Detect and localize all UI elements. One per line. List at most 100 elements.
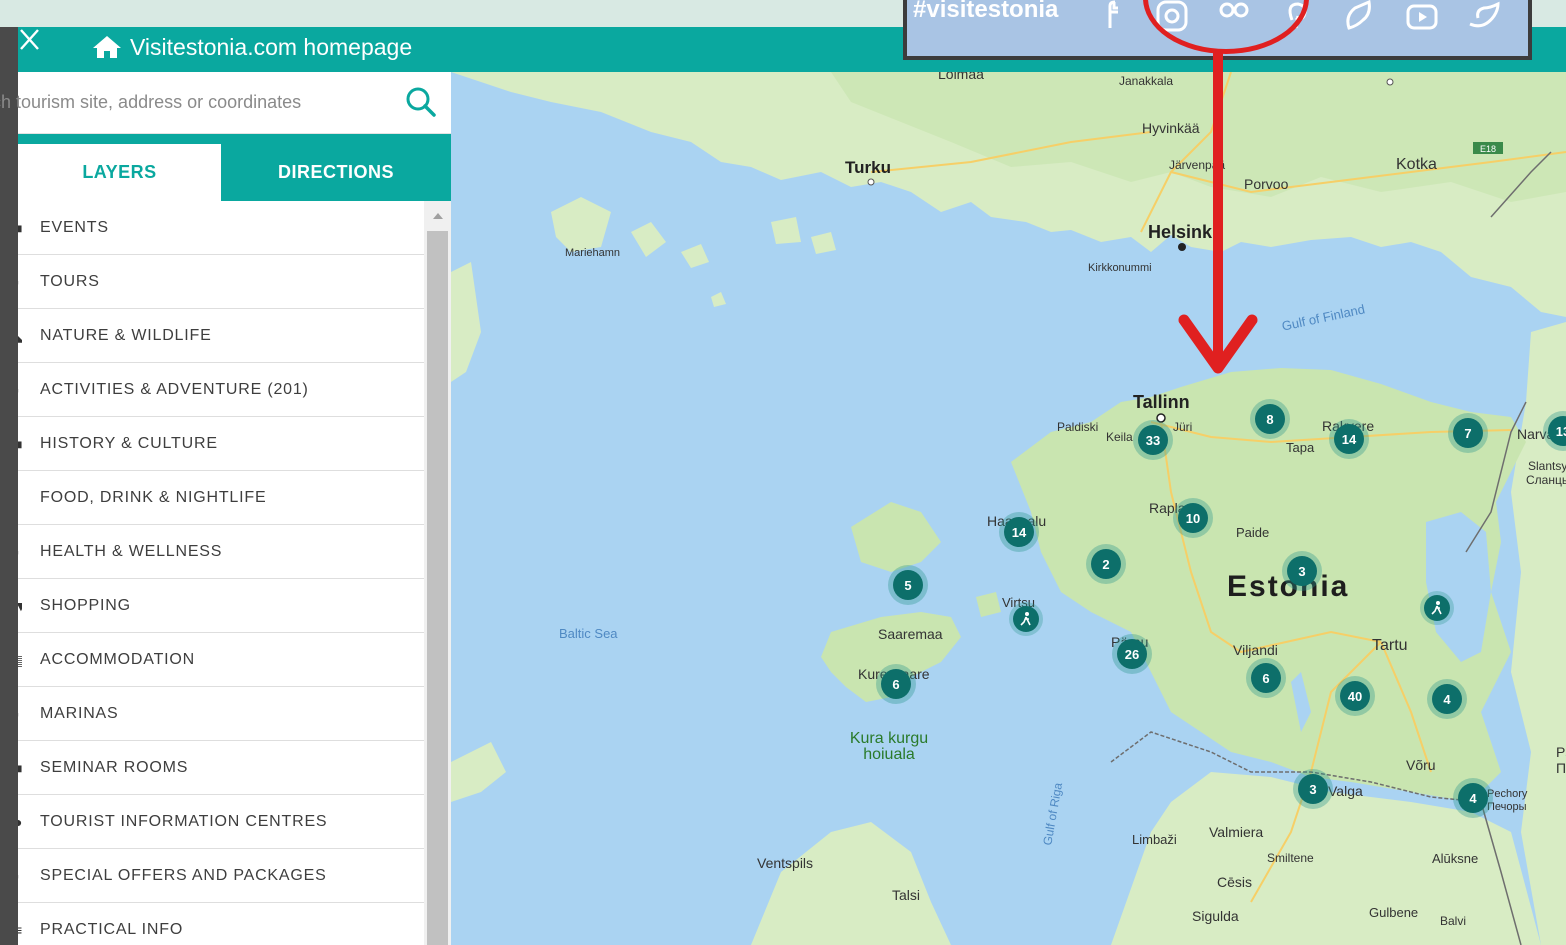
search-input[interactable] [0,82,398,122]
layer-item-nature[interactable]: ◣ NATURE & WILDLIFE [18,309,424,363]
spa-icon: ▪ [18,545,22,559]
layer-item-label: ACTIVITIES & ADVENTURE (201) [40,380,309,398]
map-cluster[interactable]: 6 [881,669,911,699]
map-label-park-text: Kura kurgu hoiuala [849,730,929,763]
info-icon: ● [18,815,22,829]
layer-item-label: TOURIST INFORMATION CENTRES [40,812,328,830]
map-cluster[interactable]: 8 [1255,404,1285,434]
map-label-baltic-sea: Baltic Sea [559,626,618,641]
layer-item-shopping[interactable]: ▼ SHOPPING [18,579,424,633]
map-cluster[interactable]: 6 [1251,663,1281,693]
map-cluster[interactable]: 3 [1287,556,1317,586]
scroll-up-button[interactable] [424,201,451,231]
twitter-icon[interactable] [1466,0,1502,34]
road-shield-e18: E18 [1480,144,1496,154]
map-cluster[interactable]: 4 [1458,783,1488,813]
shopping-bag-icon: ▼ [18,599,22,613]
layer-item-label: ACCOMMODATION [40,650,195,668]
map-label-pechory: Pechory [1487,788,1528,800]
map-poi-pin[interactable] [1013,606,1039,632]
map-label-pskov-cyrillic: Псков [1556,760,1566,776]
map-cluster[interactable]: 4 [1432,684,1462,714]
search-button[interactable] [404,85,438,124]
map-label-tallinn: Tallinn [1133,392,1190,412]
map-label-valmiera: Valmiera [1209,824,1264,840]
map-cluster[interactable]: 33 [1138,425,1168,455]
map-label-limbazi: Limbaži [1132,832,1177,847]
map-cluster[interactable]: 3 [1298,774,1328,804]
map-cluster[interactable]: 2 [1091,549,1121,579]
hiker-icon [1020,612,1031,626]
calendar-icon: ■ [18,221,22,235]
map-label-cesis: Cēsis [1217,874,1253,890]
map-cluster[interactable]: 26 [1117,639,1147,669]
side-panel: LAYERS DIRECTIONS ■ EVENTS ▪ TOURS ◣ NATURE… [0,72,451,945]
map-label-kotka: Kotka [1396,156,1437,173]
close-button[interactable] [18,27,46,57]
map-cluster[interactable]: 40 [1340,681,1370,711]
layer-item-marinas[interactable]: ▪ MARINAS [18,687,424,741]
layers-scrollbar[interactable] [424,201,451,945]
layer-item-history[interactable]: ■ HISTORY & CULTURE [18,417,424,471]
youtube-icon[interactable] [1404,0,1440,34]
layer-item-activities[interactable]: ▪ ACTIVITIES & ADVENTURE (201) [18,363,424,417]
map-label-loimaa: Loimaa [938,72,984,82]
tripadvisor-icon[interactable] [1341,0,1377,34]
close-icon [20,29,39,50]
hashtag-label: #visitestonia [913,0,1059,23]
map-label-mariehamn: Mariehamn [565,247,621,259]
facebook-icon[interactable] [1094,0,1130,34]
layer-item-label: HISTORY & CULTURE [40,434,218,452]
layer-item-label: HEALTH & WELLNESS [40,542,223,560]
map-cluster[interactable]: 10 [1178,503,1208,533]
map-cluster[interactable]: 5 [893,570,923,600]
map-label-juri: Jüri [1173,420,1193,434]
layer-item-label: EVENTS [40,218,109,236]
layer-item-tourist-info[interactable]: ● TOURIST INFORMATION CENTRES [18,795,424,849]
map-cluster[interactable]: 14 [1004,517,1034,547]
homepage-link[interactable]: Visitestonia.com homepage [92,32,412,62]
home-icon [93,36,121,58]
tab-layers[interactable]: LAYERS [18,144,221,201]
map-label-sigulda: Sigulda [1192,908,1239,924]
map-label-kirkkonummi: Kirkkonummi [1088,262,1152,274]
map-label-keila: Keila [1106,430,1133,444]
layer-item-tours[interactable]: ▪ TOURS [18,255,424,309]
map-label-slantsy-cyrillic: Сланцы [1526,473,1566,487]
search-icon [406,87,436,117]
layer-item-label: SEMINAR ROOMS [40,758,189,776]
panel-tabs: LAYERS DIRECTIONS [18,134,451,201]
map-label-voru: Võru [1406,757,1436,773]
layer-item-health[interactable]: ▪ HEALTH & WELLNESS [18,525,424,579]
map-label-pskov: Pskov [1556,744,1566,760]
leaf-icon: ◣ [18,329,22,343]
map-cluster[interactable]: 14 [1334,424,1364,454]
map[interactable]: E18 Loimaa Janakkala Hyvinkää Turku Järv… [451,72,1566,945]
map-label-ventspils: Ventspils [757,855,814,871]
tab-directions[interactable]: DIRECTIONS [221,144,451,201]
layer-item-food[interactable]: | FOOD, DRINK & NIGHTLIFE [18,471,424,525]
scroll-thumb[interactable] [427,231,448,945]
layer-item-events[interactable]: ■ EVENTS [18,201,424,255]
museum-icon: ■ [18,437,22,451]
layer-item-label: SPECIAL OFFERS AND PACKAGES [40,866,327,884]
map-label-gulbene: Gulbene [1369,905,1419,920]
layer-item-label: PRACTICAL INFO [40,920,184,938]
map-label-valga: Valga [1328,783,1363,799]
map-label-aluksne: Alūksne [1432,851,1479,866]
layer-item-seminar-rooms[interactable]: ■ SEMINAR ROOMS [18,741,424,795]
map-label-saaremaa: Saaremaa [878,626,943,642]
layer-item-practical-info[interactable]: ≡ PRACTICAL INFO [18,903,424,945]
map-label-talsi: Talsi [892,887,921,903]
map-cluster[interactable]: 7 [1453,418,1483,448]
map-label-park: Kura kurgu hoiuala [841,731,937,763]
map-base: E18 [451,72,1566,945]
frame-border [0,27,18,945]
map-poi-pin[interactable] [1424,595,1450,621]
bed-icon: ▤ [18,653,22,667]
layer-item-special-offers[interactable]: ▪ SPECIAL OFFERS AND PACKAGES [18,849,424,903]
layer-item-accommodation[interactable]: ▤ ACCOMMODATION [18,633,424,687]
hiker-icon [1431,601,1442,615]
map-label-tartu: Tartu [1372,637,1408,654]
map-label-pechory-cyrillic: Печоры [1487,801,1527,813]
